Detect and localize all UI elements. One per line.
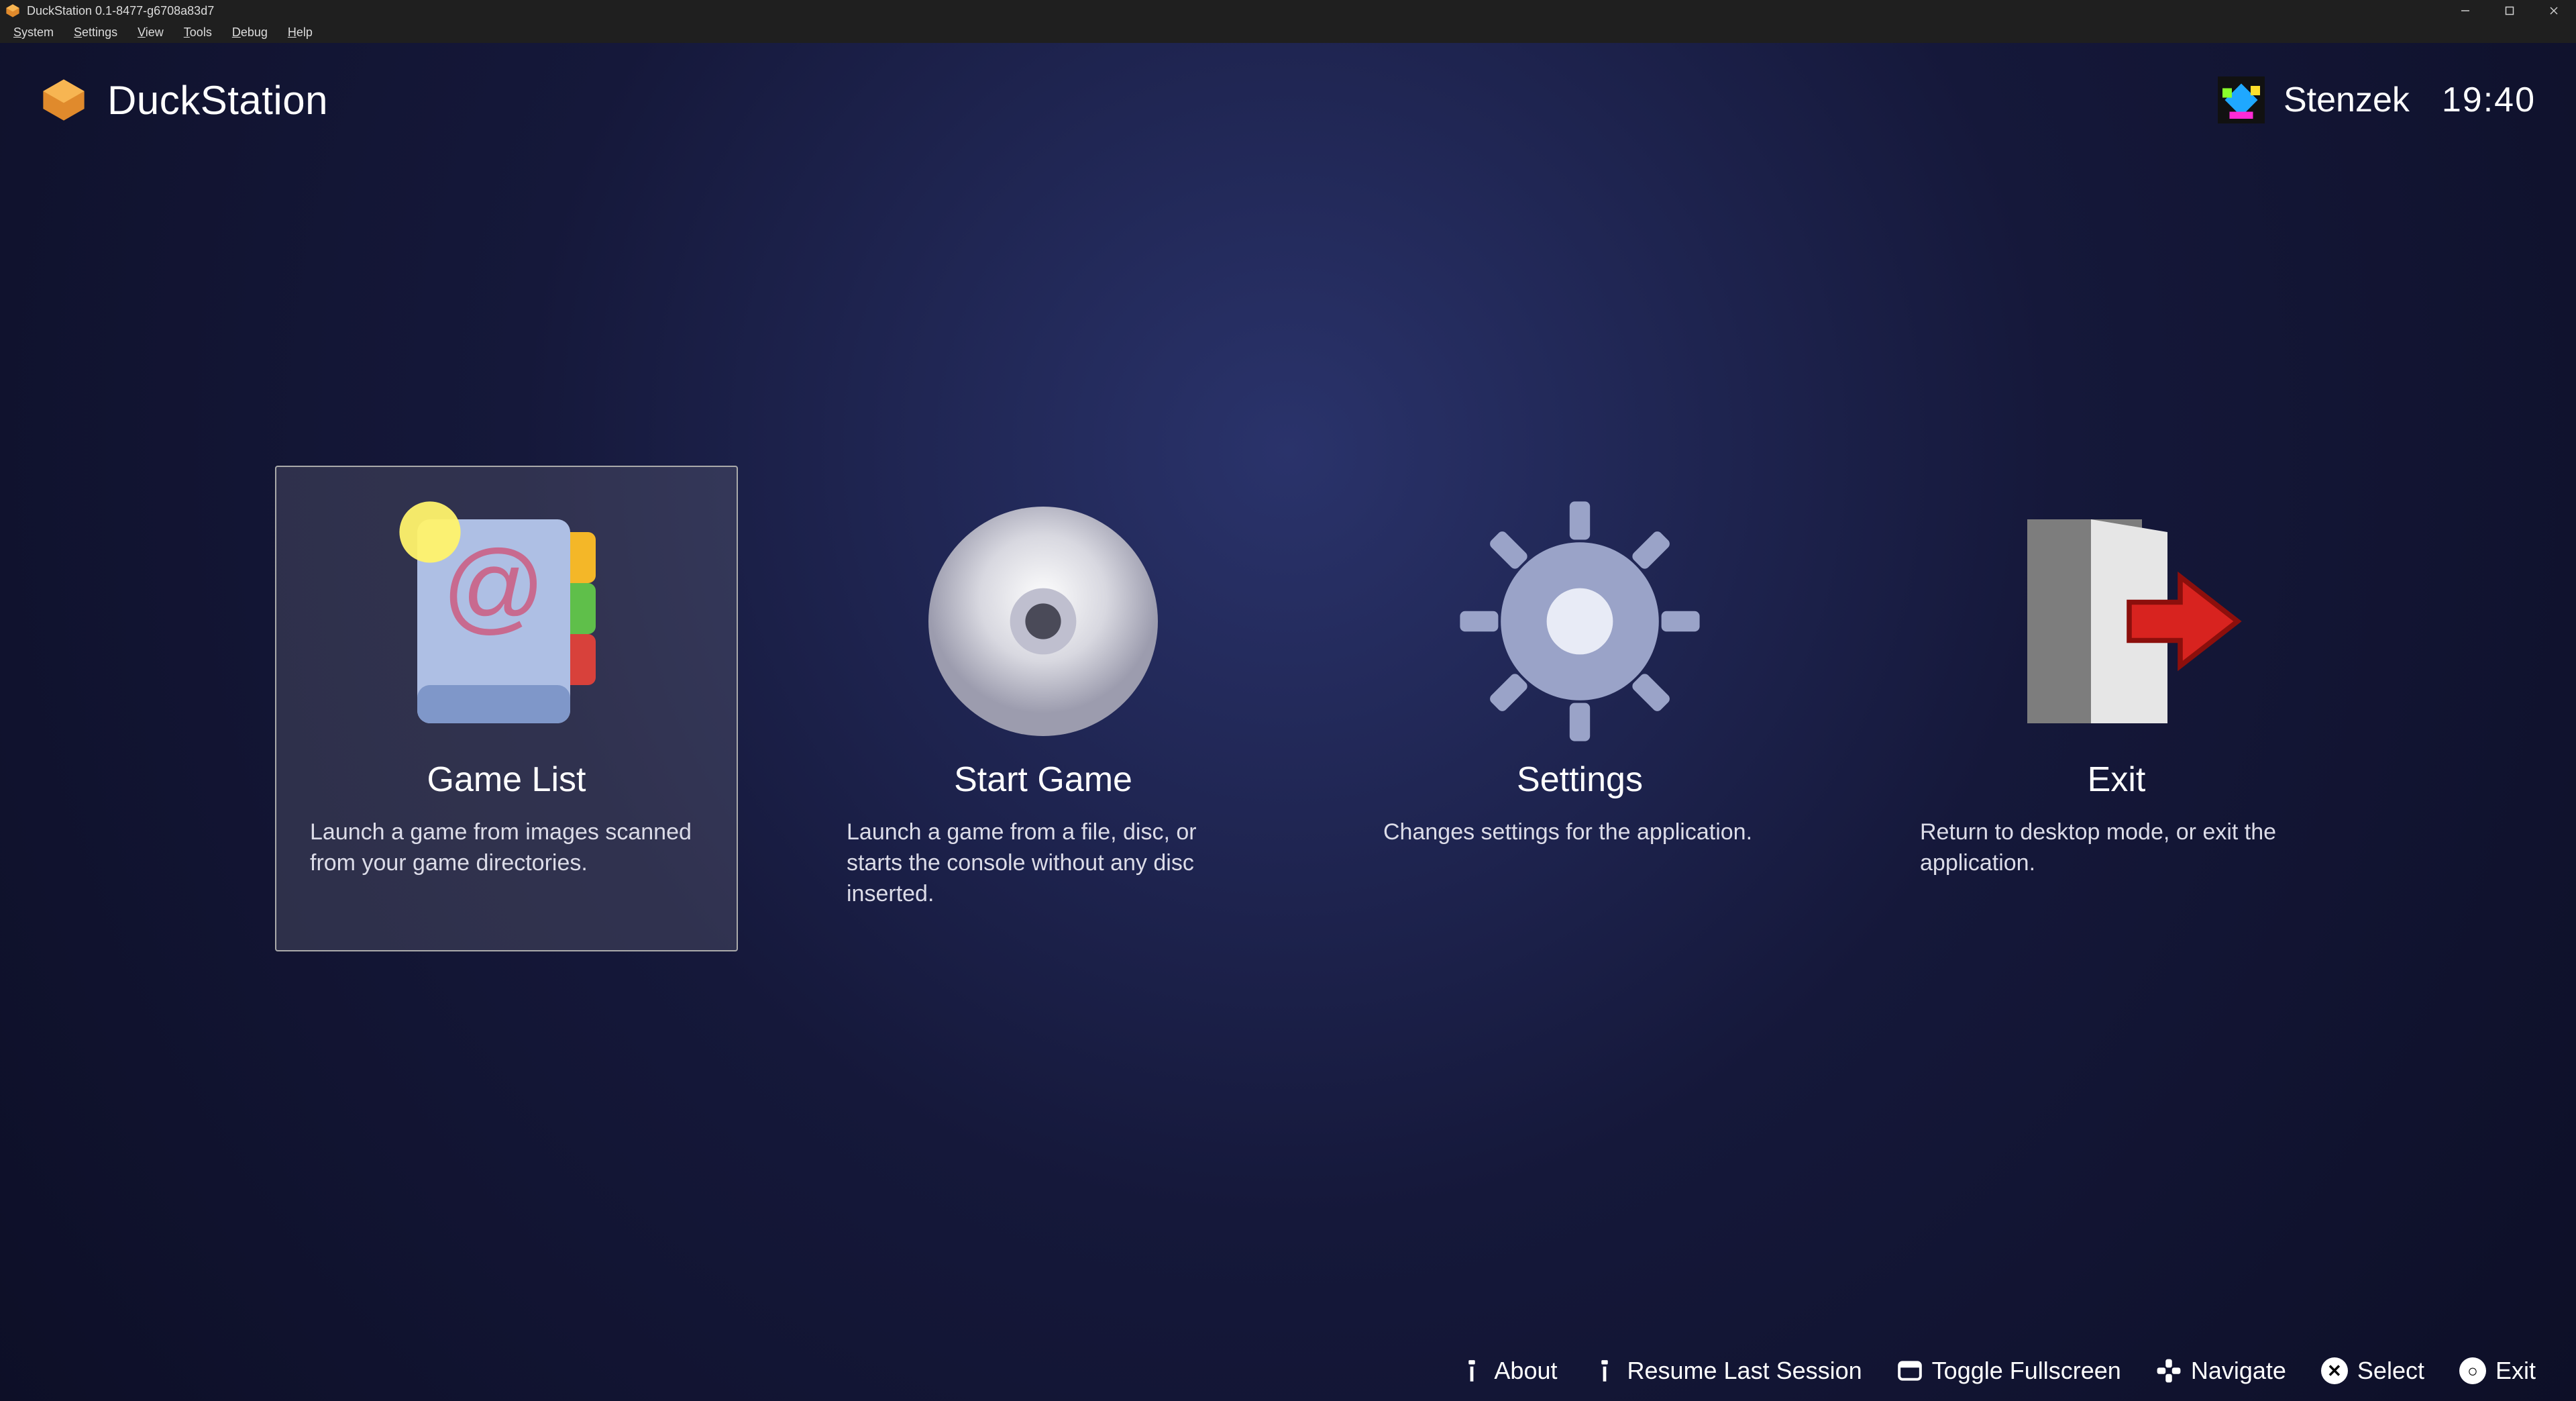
hint-fullscreen[interactable]: Toggle Fullscreen bbox=[1897, 1357, 2121, 1385]
menu-settings[interactable]: Settings bbox=[64, 24, 127, 41]
exit-door-icon bbox=[1989, 494, 2244, 749]
user-avatar-icon bbox=[2218, 76, 2265, 123]
clock: 19:40 bbox=[2442, 80, 2536, 120]
svg-text:@: @ bbox=[442, 529, 545, 643]
footer-hints: About Resume Last Session Toggle Fullscr… bbox=[0, 1341, 2576, 1401]
close-button[interactable] bbox=[2532, 0, 2576, 21]
tile-desc: Launch a game from a file, disc, or star… bbox=[847, 817, 1240, 910]
dpad-icon bbox=[2156, 1358, 2182, 1384]
tile-start-game[interactable]: Start Game Launch a game from a file, di… bbox=[812, 466, 1275, 951]
hint-label: Resume Last Session bbox=[1627, 1357, 1862, 1385]
menu-glyph-icon bbox=[1592, 1358, 1617, 1384]
tile-desc: Return to desktop mode, or exit the appl… bbox=[1920, 817, 2313, 879]
tile-desc: Launch a game from images scanned from y… bbox=[310, 817, 703, 879]
user-name: Stenzek bbox=[2284, 80, 2410, 120]
hint-label: Exit bbox=[2496, 1357, 2536, 1385]
hint-label: About bbox=[1494, 1357, 1557, 1385]
circle-button-icon: ○ bbox=[2459, 1357, 2486, 1384]
tile-game-list[interactable]: @ Game List Launch a game from images sc… bbox=[275, 466, 738, 951]
window-title: DuckStation 0.1-8477-g6708a83d7 bbox=[27, 4, 214, 18]
hint-label: Navigate bbox=[2191, 1357, 2286, 1385]
tile-title: Start Game bbox=[954, 760, 1132, 800]
menubar: System Settings View Tools Debug Help bbox=[0, 21, 2576, 43]
hint-navigate[interactable]: Navigate bbox=[2156, 1357, 2286, 1385]
hint-about[interactable]: About bbox=[1459, 1357, 1557, 1385]
menu-debug[interactable]: Debug bbox=[223, 24, 277, 41]
bigpicture-root: DuckStation Stenzek 19:40 bbox=[0, 43, 2576, 1401]
bigpicture-header: DuckStation Stenzek 19:40 bbox=[0, 43, 2576, 157]
hint-exit[interactable]: ○ Exit bbox=[2459, 1357, 2536, 1385]
disc-icon bbox=[916, 494, 1171, 749]
maximize-button[interactable] bbox=[2487, 0, 2532, 21]
menu-system[interactable]: System bbox=[4, 24, 63, 41]
gear-icon bbox=[1452, 494, 1707, 749]
brand-name: DuckStation bbox=[107, 77, 328, 123]
tile-settings[interactable]: Settings Changes settings for the applic… bbox=[1348, 466, 1811, 951]
hint-label: Toggle Fullscreen bbox=[1932, 1357, 2121, 1385]
hint-label: Select bbox=[2357, 1357, 2424, 1385]
duckstation-logo-icon bbox=[40, 76, 87, 123]
hint-select[interactable]: ✕ Select bbox=[2321, 1357, 2424, 1385]
app-icon bbox=[5, 3, 20, 18]
address-book-icon: @ bbox=[379, 494, 634, 749]
menu-view[interactable]: View bbox=[128, 24, 173, 41]
minimize-button[interactable] bbox=[2443, 0, 2487, 21]
window-glyph-icon bbox=[1897, 1358, 1923, 1384]
cross-button-icon: ✕ bbox=[2321, 1357, 2348, 1384]
hint-resume[interactable]: Resume Last Session bbox=[1592, 1357, 1862, 1385]
menu-tools[interactable]: Tools bbox=[174, 24, 221, 41]
tile-title: Game List bbox=[427, 760, 586, 800]
tile-desc: Changes settings for the application. bbox=[1383, 817, 1776, 848]
tile-title: Settings bbox=[1517, 760, 1643, 800]
tile-title: Exit bbox=[2088, 760, 2146, 800]
window-titlebar: DuckStation 0.1-8477-g6708a83d7 bbox=[0, 0, 2576, 21]
menu-help[interactable]: Help bbox=[278, 24, 322, 41]
tile-exit[interactable]: Exit Return to desktop mode, or exit the… bbox=[1885, 466, 2348, 951]
main-tiles: @ Game List Launch a game from images sc… bbox=[275, 466, 2455, 951]
menu-glyph-icon bbox=[1459, 1358, 1485, 1384]
